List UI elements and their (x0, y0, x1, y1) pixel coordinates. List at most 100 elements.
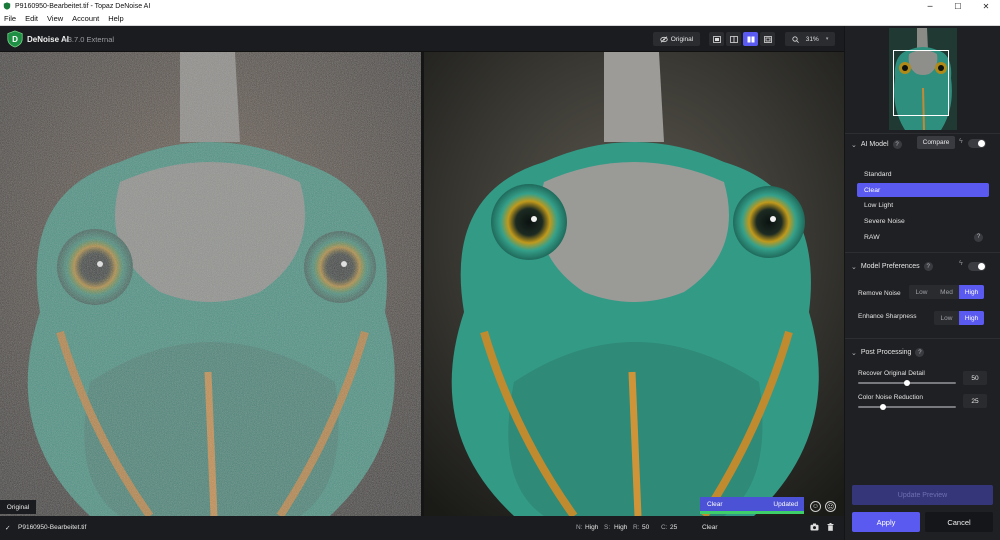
show-original-button[interactable]: Original (653, 32, 700, 46)
remove-noise-label: Remove Noise (858, 290, 901, 297)
help-icon[interactable]: ? (923, 262, 933, 271)
help-icon[interactable]: ? (915, 348, 925, 357)
recover-detail-slider[interactable] (858, 380, 956, 386)
image-viewer[interactable] (0, 52, 844, 516)
model-preferences-header[interactable]: ⌄ Model Preferences ? (851, 262, 933, 271)
color-value: 25 (670, 524, 678, 531)
recover-value: 50 (642, 524, 650, 531)
bolt-icon: ϟ (959, 138, 963, 145)
chevron-down-icon: ⌄ (851, 263, 857, 271)
view-split-button[interactable] (726, 32, 741, 46)
title-bar: P9160950-Bearbeitet.tif - Topaz DeNoise … (0, 0, 1000, 12)
sharpness-value: High (614, 524, 628, 531)
remove-noise-selector: Low Med High (909, 285, 984, 299)
model-option-standard[interactable]: Standard (857, 167, 989, 181)
split-view-icon (729, 35, 738, 43)
file-name[interactable]: P9160950-Bearbeitet.tif (18, 524, 86, 531)
enhance-sharpness-selector: Low High (934, 311, 984, 325)
menu-account[interactable]: Account (68, 14, 104, 23)
original-label: Original (0, 500, 36, 514)
recover-detail-label: Recover Original Detail (858, 370, 925, 377)
status-bar: ✓ P9160950-Bearbeitet.tif N: High S: Hig… (0, 516, 844, 540)
processed-preview[interactable] (424, 52, 844, 516)
status-model: Clear (702, 524, 718, 531)
apply-button[interactable]: Apply (852, 512, 920, 532)
sad-face-icon[interactable]: ☹ (825, 501, 836, 512)
zoom-level: 31% (805, 35, 819, 43)
sharpness-key: S: (604, 524, 611, 531)
chameleon-denoised-image (424, 52, 844, 516)
help-icon[interactable]: ? (974, 232, 983, 242)
cancel-button[interactable]: Cancel (925, 512, 993, 532)
color-noise-label: Color Noise Reduction (858, 394, 924, 401)
model-option-clear[interactable]: Clear (857, 183, 989, 197)
settings-sidebar: ⌄ AI Model ? Compare ϟ Standard Clear Lo… (844, 26, 1000, 540)
remove-noise-low[interactable]: Low (909, 285, 934, 299)
app-name: DeNoise AI (27, 35, 69, 44)
enhance-sharpness-label: Enhance Sharpness (858, 313, 917, 320)
navigator-viewport-box[interactable] (893, 50, 949, 116)
top-toolbar: D DeNoise AI v3.7.0 External Original 31… (0, 26, 844, 52)
model-preferences-toggle[interactable] (968, 262, 986, 271)
denoise-logo-icon: D (7, 30, 23, 48)
recover-detail-input[interactable]: 50 (963, 371, 987, 385)
help-icon[interactable]: ? (892, 140, 902, 149)
window-title: P9160950-Bearbeitet.tif - Topaz DeNoise … (15, 2, 151, 10)
single-view-icon (712, 35, 721, 43)
model-option-severe-noise[interactable]: Severe Noise (857, 214, 989, 228)
model-option-low-light[interactable]: Low Light (857, 198, 989, 212)
compare-button[interactable]: Compare (917, 136, 955, 149)
menu-file[interactable]: File (0, 14, 21, 23)
recover-detail-handle[interactable] (904, 380, 910, 386)
show-original-label: Original (670, 35, 694, 43)
view-grid-button[interactable] (760, 32, 775, 46)
close-button[interactable]: ✕ (972, 0, 1000, 12)
view-side-by-side-button[interactable] (743, 32, 758, 46)
noise-key: N: (576, 524, 583, 531)
color-noise-slider[interactable] (858, 404, 956, 410)
post-processing-title: Post Processing (860, 349, 912, 356)
model-option-raw-label: RAW (864, 233, 880, 241)
ai-model-header[interactable]: ⌄ AI Model ? (851, 140, 902, 149)
navigator-thumbnail[interactable] (889, 28, 957, 130)
preview-status-badge: Clear Updated (700, 497, 804, 514)
post-processing-header[interactable]: ⌄ Post Processing ? (851, 348, 925, 357)
side-by-side-icon (747, 36, 754, 42)
model-preferences-title: Model Preferences (860, 263, 920, 270)
remove-noise-high[interactable]: High (959, 285, 984, 299)
color-noise-handle[interactable] (880, 404, 886, 410)
grid-view-icon (763, 35, 772, 43)
ai-model-toggle[interactable] (968, 139, 986, 148)
ai-model-title: AI Model (860, 141, 889, 148)
chevron-down-icon: ▾ (825, 36, 829, 42)
checkmark-icon: ✓ (5, 525, 11, 532)
app-version: v3.7.0 External (64, 35, 115, 44)
color-key: C: (661, 524, 668, 531)
camera-icon[interactable] (810, 523, 819, 531)
noise-value: High (585, 524, 599, 531)
zoom-control[interactable]: 31% ▾ (785, 32, 835, 46)
svg-text:D: D (12, 35, 18, 44)
color-noise-input[interactable]: 25 (963, 394, 987, 408)
app-icon (3, 2, 11, 10)
view-single-button[interactable] (709, 32, 724, 46)
minimize-button[interactable]: ─ (916, 0, 944, 12)
recover-key: R: (633, 524, 640, 531)
preview-status-label: Updated (773, 501, 798, 508)
menu-edit[interactable]: Edit (21, 14, 43, 23)
menu-view[interactable]: View (43, 14, 68, 23)
bolt-icon: ϟ (959, 260, 963, 267)
trash-icon[interactable] (827, 523, 834, 531)
update-preview-button[interactable]: Update Preview (852, 485, 993, 505)
chevron-down-icon: ⌄ (851, 141, 857, 149)
maximize-button[interactable]: ☐ (944, 0, 972, 12)
enhance-sharpness-low[interactable]: Low (934, 311, 959, 325)
app-window: P9160950-Bearbeitet.tif - Topaz DeNoise … (0, 0, 1000, 540)
smiley-face-icon[interactable]: ☺ (810, 501, 821, 512)
model-option-raw[interactable]: RAW ? (857, 230, 989, 244)
menu-bar: File Edit View Account Help (0, 12, 1000, 26)
menu-help[interactable]: Help (104, 14, 128, 23)
remove-noise-med[interactable]: Med (934, 285, 959, 299)
enhance-sharpness-high[interactable]: High (959, 311, 984, 325)
original-preview[interactable] (0, 52, 421, 516)
